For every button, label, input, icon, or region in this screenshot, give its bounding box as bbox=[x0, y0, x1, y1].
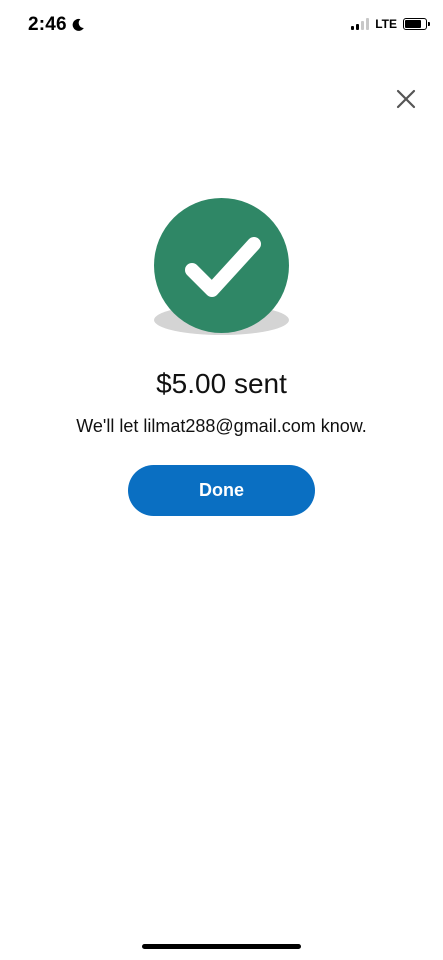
status-bar: 2:46 LTE bbox=[0, 0, 443, 54]
moon-icon bbox=[72, 18, 84, 31]
check-circle-icon bbox=[185, 237, 261, 297]
battery-icon bbox=[403, 18, 430, 30]
close-button[interactable] bbox=[395, 88, 417, 110]
network-label: LTE bbox=[375, 17, 397, 31]
status-indicators: LTE bbox=[351, 17, 430, 31]
status-time: 2:46 bbox=[28, 14, 85, 36]
payment-sent-screen: 2:46 LTE $5.00 sent We'll let lilmat288@… bbox=[0, 0, 443, 960]
battery-level bbox=[405, 20, 421, 28]
signal-icon bbox=[351, 18, 370, 30]
home-indicator[interactable] bbox=[142, 944, 301, 949]
amount-sent-title: $5.00 sent bbox=[156, 368, 287, 399]
success-graphic bbox=[150, 196, 293, 342]
status-time-label: 2:46 bbox=[28, 14, 67, 35]
notification-message: We'll let lilmat288@gmail.com know. bbox=[76, 416, 367, 436]
close-icon bbox=[396, 89, 416, 109]
done-button[interactable]: Done bbox=[128, 465, 315, 516]
